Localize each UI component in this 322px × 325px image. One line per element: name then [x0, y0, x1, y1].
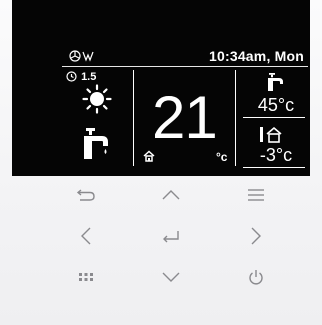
left-icon — [80, 226, 92, 246]
clock: 10:34am, Mon — [209, 48, 304, 64]
room-temperature-panel: 21 °c — [135, 68, 235, 169]
underline — [243, 167, 305, 168]
enter-button[interactable] — [151, 221, 191, 251]
status-panel: 45°c -3°c — [237, 68, 308, 169]
menu-button[interactable] — [236, 180, 276, 210]
mode-panel: 1.5 — [62, 68, 132, 169]
keypad — [0, 176, 322, 325]
menu-icon — [246, 188, 266, 202]
down-button[interactable] — [151, 262, 191, 292]
display-bezel: 10:34am, Mon 1.5 21 °c 45°c -3°c — [12, 0, 310, 176]
underline — [243, 117, 305, 118]
timer-value: 1.5 — [81, 71, 97, 83]
lcd-screen: 10:34am, Mon 1.5 21 °c 45°c -3°c — [62, 44, 308, 169]
left-button[interactable] — [66, 221, 106, 251]
down-icon — [161, 271, 181, 283]
hot-water-temperature: 45°c — [257, 95, 295, 115]
status-bar: 10:34am, Mon — [62, 44, 308, 67]
power-button[interactable] — [236, 262, 276, 292]
right-icon — [250, 226, 262, 246]
sun-icon — [82, 84, 112, 119]
grid-icon — [78, 272, 94, 282]
enter-icon — [161, 229, 181, 243]
divider — [235, 70, 236, 166]
back-button[interactable] — [66, 180, 106, 210]
faucet-icon — [267, 72, 285, 97]
divider — [133, 70, 134, 166]
faucet-icon — [82, 126, 112, 167]
fan-icon — [68, 48, 96, 64]
right-button[interactable] — [236, 221, 276, 251]
timer-indicator: 1.5 — [66, 71, 96, 83]
room-temperature-value: 21 — [152, 84, 218, 151]
back-icon — [76, 188, 96, 202]
outdoor-temperature: -3°c — [259, 145, 293, 165]
power-icon — [247, 268, 265, 286]
grid-button[interactable] — [66, 262, 106, 292]
clock-icon — [66, 71, 81, 83]
house-icon — [143, 149, 155, 167]
up-icon — [161, 189, 181, 201]
up-button[interactable] — [151, 180, 191, 210]
room-temperature-unit: °c — [216, 150, 228, 164]
controller-panel: 10:34am, Mon 1.5 21 °c 45°c -3°c — [0, 0, 322, 325]
